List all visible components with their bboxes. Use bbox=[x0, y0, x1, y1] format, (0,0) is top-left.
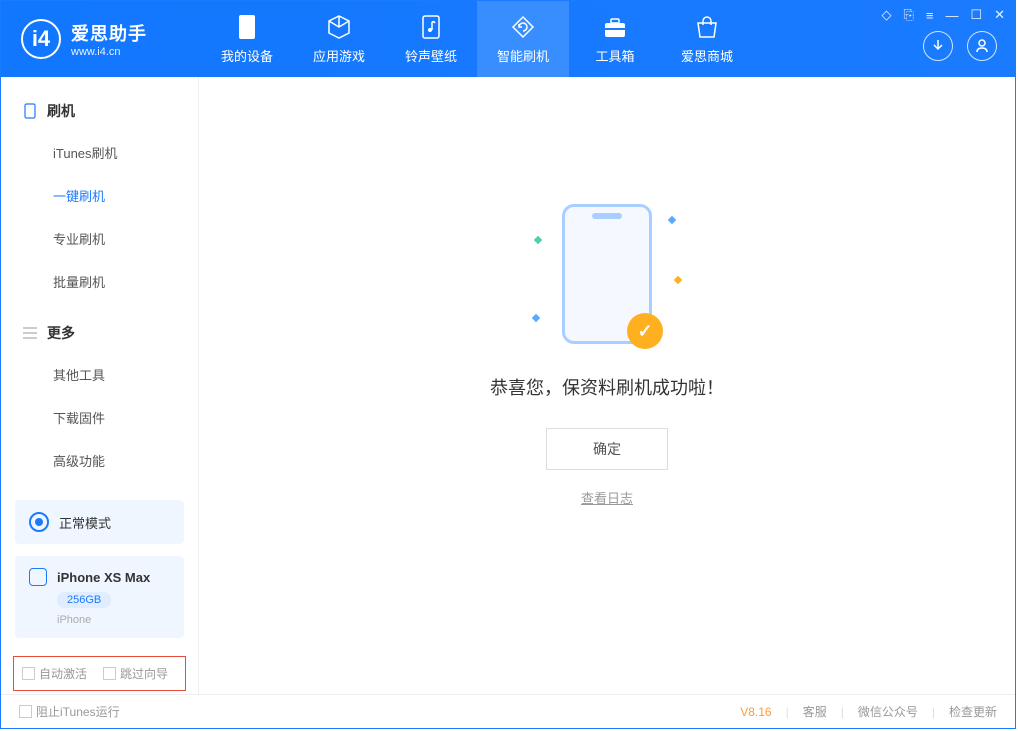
success-message: 恭喜您，保资料刷机成功啦！ bbox=[490, 374, 724, 400]
header-right bbox=[923, 31, 997, 61]
sidebar-header-flash: 刷机 bbox=[1, 91, 198, 131]
version-label: V8.16 bbox=[740, 705, 771, 719]
app-title: 爱思助手 bbox=[71, 20, 147, 46]
sidebar-section-flash: 刷机 iTunes刷机 一键刷机 专业刷机 批量刷机 bbox=[1, 91, 198, 303]
sparkle-icon bbox=[674, 276, 682, 284]
nav-tab-label: 爱思商城 bbox=[681, 46, 733, 65]
nav-tab-smart-flash[interactable]: 智能刷机 bbox=[477, 1, 569, 77]
view-log-link[interactable]: 查看日志 bbox=[581, 488, 633, 507]
cube-icon bbox=[326, 14, 352, 40]
device-row: iPhone XS Max bbox=[29, 568, 170, 586]
nav-tab-label: 铃声壁纸 bbox=[405, 46, 457, 65]
nav-tab-my-device[interactable]: 我的设备 bbox=[201, 1, 293, 77]
menu-icon[interactable]: ≡ bbox=[926, 8, 934, 23]
footer-right: V8.16 | 客服 | 微信公众号 | 检查更新 bbox=[740, 703, 997, 720]
device-type: iPhone bbox=[57, 614, 170, 626]
list-icon bbox=[23, 326, 37, 340]
checkbox-auto-activate[interactable]: 自动激活 bbox=[22, 665, 87, 682]
nav-tab-toolbox[interactable]: 工具箱 bbox=[569, 1, 661, 77]
nav-tab-label: 工具箱 bbox=[595, 46, 634, 65]
app-logo-icon: i4 bbox=[21, 19, 61, 59]
footer: 阻止iTunes运行 V8.16 | 客服 | 微信公众号 | 检查更新 bbox=[1, 694, 1015, 728]
main-content: ✓ 恭喜您，保资料刷机成功啦！ 确定 查看日志 bbox=[199, 77, 1015, 694]
toolbox-icon bbox=[602, 14, 628, 40]
sidebar-item-batch-flash[interactable]: 批量刷机 bbox=[1, 260, 198, 303]
sidebar-header-more: 更多 bbox=[1, 313, 198, 353]
refresh-icon bbox=[510, 14, 536, 40]
maximize-button[interactable]: ☐ bbox=[970, 7, 982, 23]
music-icon bbox=[418, 14, 444, 40]
nav-tab-apps-games[interactable]: 应用游戏 bbox=[293, 1, 385, 77]
sidebar-section-more: 更多 其他工具 下载固件 高级功能 bbox=[1, 313, 198, 482]
status-label: 正常模式 bbox=[59, 513, 111, 532]
sidebar-section-title: 更多 bbox=[47, 323, 75, 343]
device-card[interactable]: iPhone XS Max 256GB iPhone bbox=[15, 556, 184, 638]
shirt-icon[interactable]: ◇ bbox=[881, 7, 891, 23]
sparkle-icon bbox=[534, 236, 542, 244]
status-icon bbox=[29, 512, 49, 532]
device-icon bbox=[234, 14, 260, 40]
nav-tab-label: 智能刷机 bbox=[497, 46, 549, 65]
checkbox-skip-guide[interactable]: 跳过向导 bbox=[103, 665, 168, 682]
sparkle-icon bbox=[668, 216, 676, 224]
sparkle-icon bbox=[532, 314, 540, 322]
sidebar-item-download-firmware[interactable]: 下载固件 bbox=[1, 396, 198, 439]
nav-tab-ringtone-wallpaper[interactable]: 铃声壁纸 bbox=[385, 1, 477, 77]
sidebar: 刷机 iTunes刷机 一键刷机 专业刷机 批量刷机 更多 其他工具 下载固件 … bbox=[1, 77, 199, 694]
logo-text: 爱思助手 www.i4.cn bbox=[71, 20, 147, 58]
sidebar-section-title: 刷机 bbox=[47, 101, 75, 121]
sidebar-item-other-tools[interactable]: 其他工具 bbox=[1, 353, 198, 396]
footer-link-update[interactable]: 检查更新 bbox=[949, 703, 997, 720]
nav-tab-label: 应用游戏 bbox=[313, 46, 365, 65]
nav-tabs: 我的设备 应用游戏 铃声壁纸 智能刷机 工具箱 爱思商城 bbox=[201, 1, 753, 77]
status-card[interactable]: 正常模式 bbox=[15, 500, 184, 544]
device-storage: 256GB bbox=[57, 592, 111, 608]
sidebar-item-itunes-flash[interactable]: iTunes刷机 bbox=[1, 131, 198, 174]
body: 刷机 iTunes刷机 一键刷机 专业刷机 批量刷机 更多 其他工具 下载固件 … bbox=[1, 77, 1015, 694]
minimize-button[interactable]: — bbox=[945, 8, 958, 23]
ok-button[interactable]: 确定 bbox=[546, 428, 668, 470]
checkbox-icon bbox=[22, 667, 35, 680]
device-small-icon bbox=[29, 568, 47, 586]
store-icon bbox=[694, 14, 720, 40]
checkbox-icon bbox=[103, 667, 116, 680]
nav-tab-label: 我的设备 bbox=[221, 46, 273, 65]
sidebar-item-oneclick-flash[interactable]: 一键刷机 bbox=[1, 174, 198, 217]
separator: | bbox=[786, 705, 789, 719]
sidebar-item-pro-flash[interactable]: 专业刷机 bbox=[1, 217, 198, 260]
separator: | bbox=[841, 705, 844, 719]
lock-icon[interactable]: ⎘ bbox=[903, 7, 913, 23]
window-controls: ◇ ⎘ ≡ — ☐ ✕ bbox=[881, 7, 1005, 23]
phone-illustration: ✓ bbox=[562, 204, 652, 344]
download-button[interactable] bbox=[923, 31, 953, 61]
separator: | bbox=[932, 705, 935, 719]
device-name: iPhone XS Max bbox=[57, 570, 150, 585]
nav-tab-store[interactable]: 爱思商城 bbox=[661, 1, 753, 77]
header: i4 爱思助手 www.i4.cn 我的设备 应用游戏 铃声壁纸 智能刷机 bbox=[1, 1, 1015, 77]
checkbox-icon bbox=[19, 705, 32, 718]
logo-area: i4 爱思助手 www.i4.cn bbox=[1, 19, 201, 59]
phone-icon bbox=[23, 104, 37, 118]
checkbox-label: 阻止iTunes运行 bbox=[36, 703, 120, 720]
flash-options-highlight: 自动激活 跳过向导 bbox=[13, 656, 186, 691]
checkbox-label: 自动激活 bbox=[39, 665, 87, 682]
checkbox-label: 跳过向导 bbox=[120, 665, 168, 682]
sidebar-item-advanced[interactable]: 高级功能 bbox=[1, 439, 198, 482]
close-button[interactable]: ✕ bbox=[994, 7, 1005, 23]
footer-link-support[interactable]: 客服 bbox=[803, 703, 827, 720]
user-button[interactable] bbox=[967, 31, 997, 61]
checkbox-block-itunes[interactable]: 阻止iTunes运行 bbox=[19, 703, 120, 720]
success-check-icon: ✓ bbox=[627, 313, 663, 349]
footer-left: 阻止iTunes运行 bbox=[19, 703, 120, 720]
footer-link-wechat[interactable]: 微信公众号 bbox=[858, 703, 918, 720]
app-subtitle: www.i4.cn bbox=[71, 46, 147, 58]
app-window: i4 爱思助手 www.i4.cn 我的设备 应用游戏 铃声壁纸 智能刷机 bbox=[0, 0, 1016, 729]
